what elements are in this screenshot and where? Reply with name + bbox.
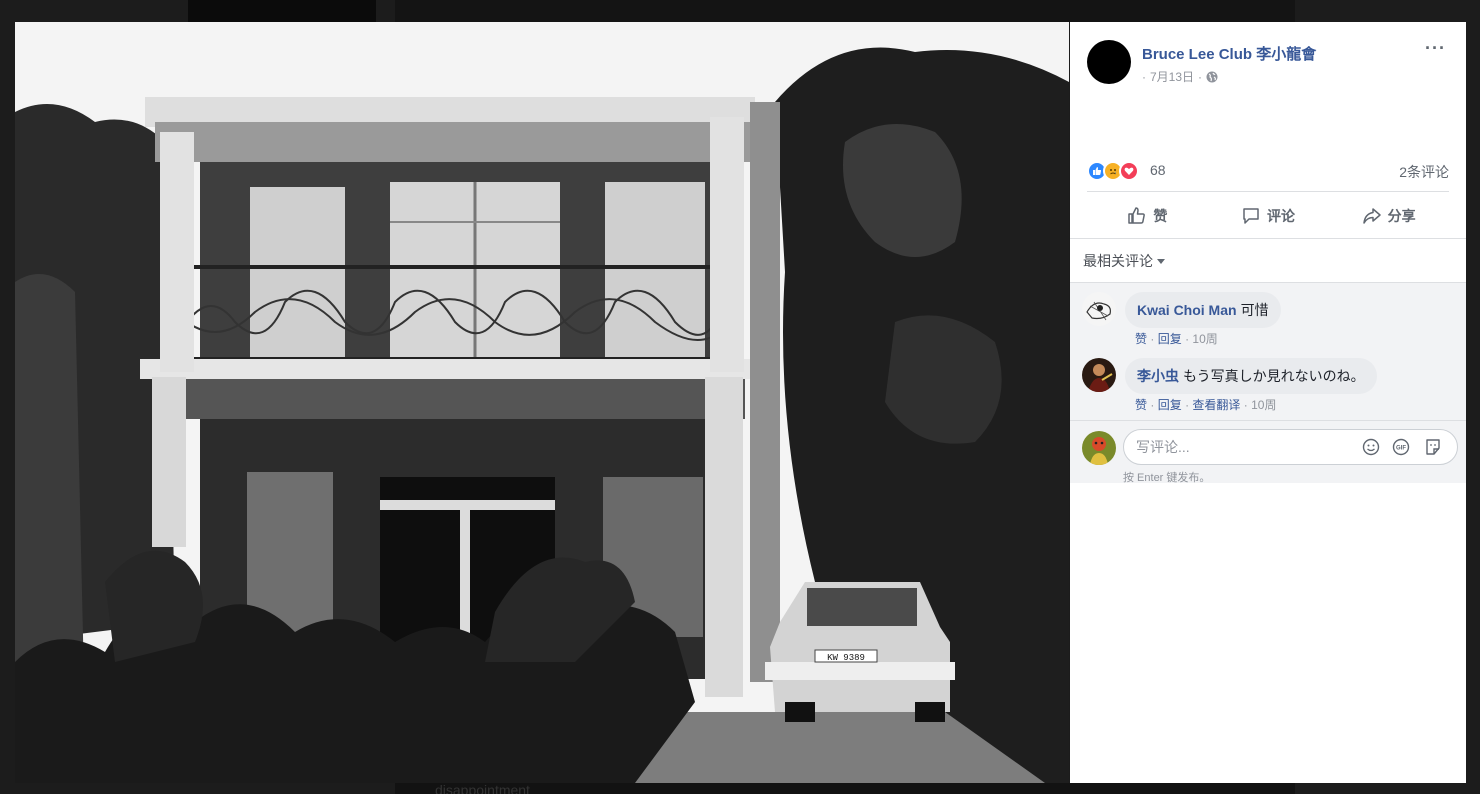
comment-sort-dropdown[interactable]: 最相关评论: [1083, 251, 1165, 271]
like-button[interactable]: 赞: [1087, 194, 1208, 238]
reaction-count[interactable]: 68: [1150, 162, 1166, 178]
reaction-icons[interactable]: [1087, 161, 1139, 181]
license-plate: KW 9389: [827, 653, 865, 663]
globe-icon: [1206, 71, 1218, 82]
more-options-button[interactable]: ···: [1425, 38, 1446, 59]
comment-bubble-icon: [1243, 208, 1259, 224]
backdrop-strip: [395, 0, 1295, 22]
thumbs-up-icon: [1128, 207, 1146, 224]
comment-actions: 赞 · 回复 · 查看翻译 · 10周: [1135, 398, 1277, 412]
comment-like-link[interactable]: 赞: [1135, 332, 1147, 346]
comment-text: もう写真しか見れないのね。: [1183, 368, 1365, 384]
comment-author[interactable]: Kwai Choi Man: [1137, 302, 1237, 318]
svg-text:GIF: GIF: [1396, 446, 1406, 452]
comment-input[interactable]: [1136, 430, 1346, 464]
comment-time[interactable]: 10周: [1192, 332, 1217, 346]
share-arrow-icon: [1362, 208, 1381, 224]
page-name-link[interactable]: Bruce Lee Club 李小龍會: [1142, 43, 1316, 64]
like-label: 赞: [1153, 208, 1168, 224]
comment-input-box[interactable]: GIF: [1123, 429, 1458, 465]
post-side-panel: Bruce Lee Club 李小龍會 · 7月13日 · ··· 68 2条评…: [1070, 22, 1466, 783]
comment-author[interactable]: 李小虫: [1137, 368, 1179, 384]
current-user-avatar[interactable]: [1082, 431, 1116, 465]
meta-separator: ·: [1198, 69, 1203, 84]
comment-reply-link[interactable]: 回复: [1158, 398, 1182, 412]
comment-button[interactable]: 评论: [1208, 194, 1329, 238]
caret-down-icon: [1157, 258, 1165, 264]
comment-bubble: Kwai Choi Man 可惜: [1125, 292, 1281, 328]
section-divider: [1070, 238, 1466, 239]
page-avatar[interactable]: [1087, 40, 1131, 84]
post-header: Bruce Lee Club 李小龍會 · 7月13日 · ···: [1070, 22, 1466, 152]
comment-actions: 赞 · 回复 · 10周: [1135, 332, 1218, 346]
sticker-icon[interactable]: [1424, 438, 1442, 456]
post-actions: 赞 评论 分享: [1087, 194, 1449, 238]
composer-hint: 按 Enter 键发布。: [1123, 472, 1211, 484]
comment-label: 评论: [1267, 208, 1295, 224]
backdrop-text: disappointment: [395, 783, 1295, 794]
see-translation-link[interactable]: 查看翻译: [1192, 398, 1240, 412]
sort-label: 最相关评论: [1083, 253, 1153, 269]
comment-bubble: 李小虫 もう写真しか見れないのね。: [1125, 358, 1377, 394]
comment-composer: GIF 按 Enter 键发布。: [1070, 421, 1466, 491]
commenter-avatar[interactable]: [1082, 358, 1116, 392]
post-photo[interactable]: KW 9389: [15, 22, 1069, 783]
comments-section: Kwai Choi Man 可惜 赞 · 回复 · 10周 李小虫 もう写真しか…: [1070, 283, 1466, 484]
commenter-avatar[interactable]: [1082, 292, 1116, 326]
comment-text: 可惜: [1240, 302, 1269, 318]
emoji-icon[interactable]: [1362, 438, 1380, 456]
comment-count-link[interactable]: 2条评论: [1399, 162, 1449, 182]
post-date[interactable]: 7月13日: [1150, 68, 1194, 85]
reactions-bar: 68 2条评论: [1087, 158, 1449, 192]
comment-time[interactable]: 10周: [1251, 398, 1276, 412]
post-meta: · 7月13日 ·: [1142, 68, 1218, 85]
comment-like-link[interactable]: 赞: [1135, 398, 1147, 412]
gif-icon[interactable]: GIF: [1392, 438, 1410, 456]
share-button[interactable]: 分享: [1328, 194, 1449, 238]
backdrop-strip: [188, 0, 376, 22]
meta-separator: ·: [1142, 69, 1146, 84]
comment-reply-link[interactable]: 回复: [1158, 332, 1182, 346]
share-label: 分享: [1387, 208, 1416, 224]
love-reaction-icon: [1119, 161, 1139, 181]
